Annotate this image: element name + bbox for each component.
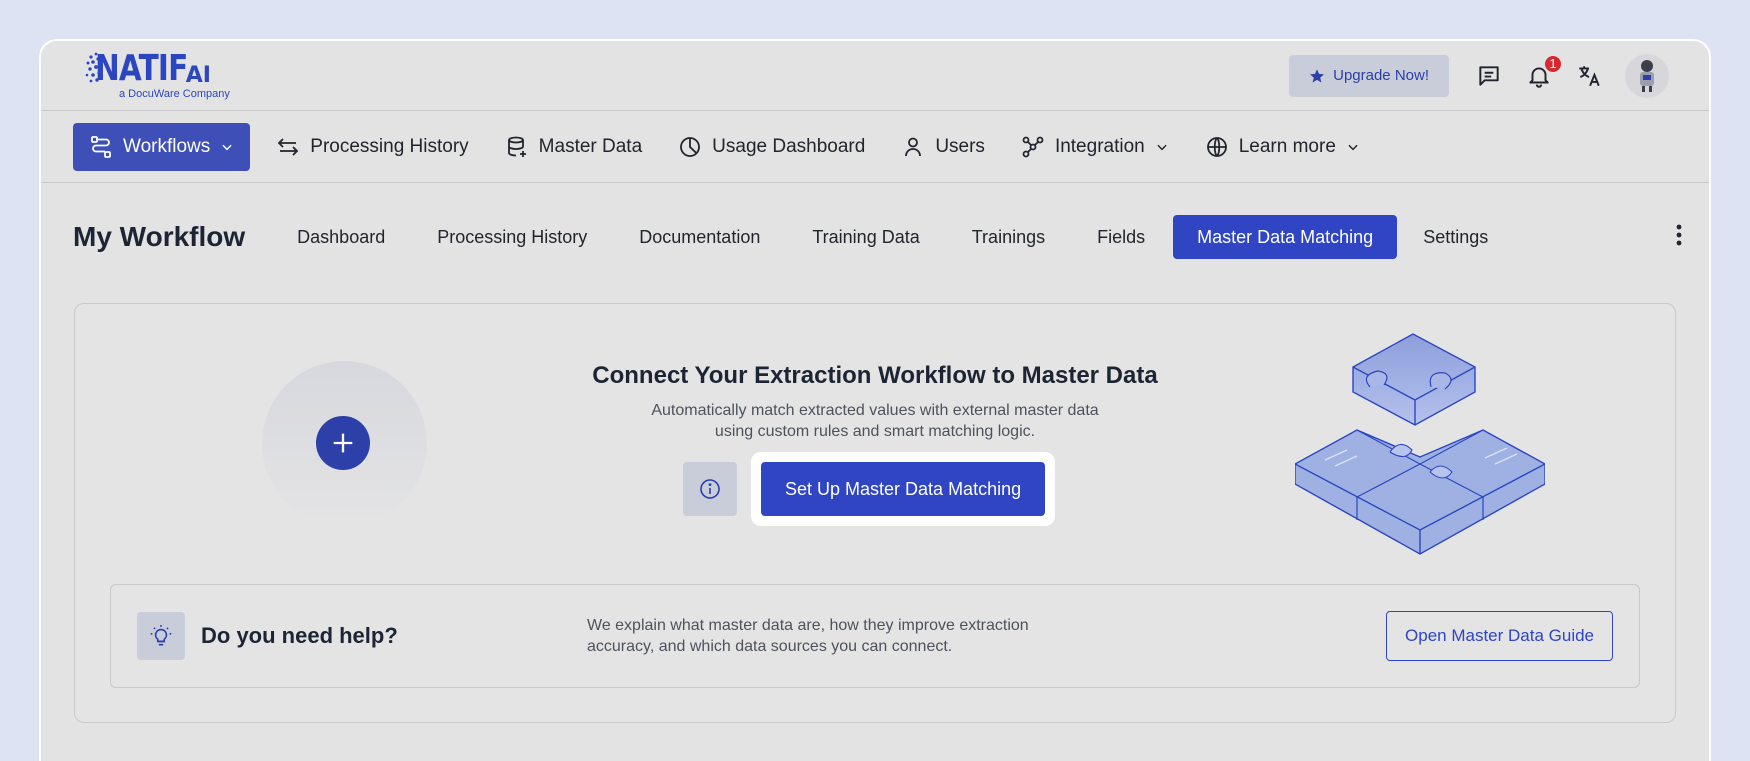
database-icon [507,136,526,157]
logo-subtitle: a DocuWare Company [119,88,230,100]
app-window: NATIF AI a DocuWare Company Upgrade Now! [39,39,1711,761]
help-text: We explain what master data are, how the… [587,615,1107,657]
nav-users[interactable]: Users [883,123,1003,171]
nav-workflows-label: Workflows [123,135,211,157]
nav-master-data[interactable]: Master Data [487,123,660,171]
tab-documentation[interactable]: Documentation [613,215,786,259]
setup-button-highlight: Set Up Master Data Matching [751,452,1056,526]
help-text-line-1: We explain what master data are, how the… [587,617,1029,634]
notifications-button[interactable]: 1 [1525,53,1563,90]
help-title: Do you need help? [201,623,398,648]
user-icon [905,137,922,156]
language-button[interactable] [1575,62,1603,90]
workflow-header: My Workflow Dashboard Processing History… [41,183,1709,291]
tab-training-data[interactable]: Training Data [786,215,945,259]
nav-integration[interactable]: Integration [1003,123,1187,171]
chevron-down-icon [1348,144,1358,150]
tab-fields[interactable]: Fields [1071,215,1171,259]
puzzle-illustration [1295,333,1545,555]
upgrade-label: Upgrade Now! [1333,67,1429,84]
workflow-tabs: Dashboard Processing History Documentati… [271,215,1514,259]
hero-actions: Set Up Master Data Matching [683,452,1056,526]
chevron-down-icon [1157,144,1167,150]
more-options-button[interactable] [1675,223,1683,252]
nav-processing-history-label: Processing History [310,135,469,157]
nav-usage-dashboard[interactable]: Usage Dashboard [660,123,883,171]
master-data-card: Connect Your Extraction Workflow to Mast… [74,303,1676,723]
page-title: My Workflow [73,221,246,252]
info-icon [700,479,720,499]
pie-chart-icon [680,136,701,157]
robot-avatar-icon [1640,59,1654,92]
kebab-menu-icon [1676,224,1682,245]
info-button[interactable] [683,462,737,516]
main-navigation: Workflows Processing History Master Data… [41,111,1709,183]
upgrade-button[interactable]: Upgrade Now! [1289,54,1449,97]
notification-badge: 1 [1543,53,1563,74]
integration-icon [1022,136,1044,157]
chat-button[interactable] [1475,62,1503,90]
arrows-icon [278,137,299,156]
logo-ai-text: AI [185,63,211,88]
nav-integration-label: Integration [1054,135,1145,157]
top-actions: Upgrade Now! 1 [1289,53,1669,98]
logo-main-text: NATIF [95,48,188,89]
tab-settings[interactable]: Settings [1397,215,1514,259]
tab-trainings[interactable]: Trainings [946,215,1071,259]
lightbulb-icon [150,625,172,646]
translate-icon [1579,65,1600,86]
help-icon-box [137,612,185,660]
nav-learn-more[interactable]: Learn more [1187,123,1378,171]
nav-workflows[interactable]: Workflows [73,122,251,171]
top-bar: NATIF AI a DocuWare Company Upgrade Now! [41,41,1709,111]
nav-processing-history[interactable]: Processing History [258,123,486,171]
chevron-down-icon [222,144,232,150]
setup-master-data-matching-button[interactable]: Set Up Master Data Matching [761,462,1046,516]
star-icon [1310,68,1325,82]
tab-processing-history[interactable]: Processing History [411,215,613,259]
tab-master-data-matching[interactable]: Master Data Matching [1173,215,1398,259]
globe-icon [1206,136,1227,157]
nav-learn-more-label: Learn more [1238,135,1336,157]
chat-icon [1479,65,1499,86]
open-master-data-guide-button[interactable]: Open Master Data Guide [1386,611,1613,661]
help-text-line-2: accuracy, and which data sources you can… [587,638,953,655]
user-avatar[interactable] [1625,53,1669,98]
workflow-icon [91,135,111,158]
tab-dashboard[interactable]: Dashboard [271,215,411,259]
nav-users-label: Users [935,135,985,157]
help-panel: Do you need help? We explain what master… [110,584,1640,688]
brand-logo[interactable]: NATIF AI a DocuWare Company [95,51,230,100]
nav-master-data-label: Master Data [538,135,643,157]
nav-usage-dashboard-label: Usage Dashboard [712,135,866,157]
